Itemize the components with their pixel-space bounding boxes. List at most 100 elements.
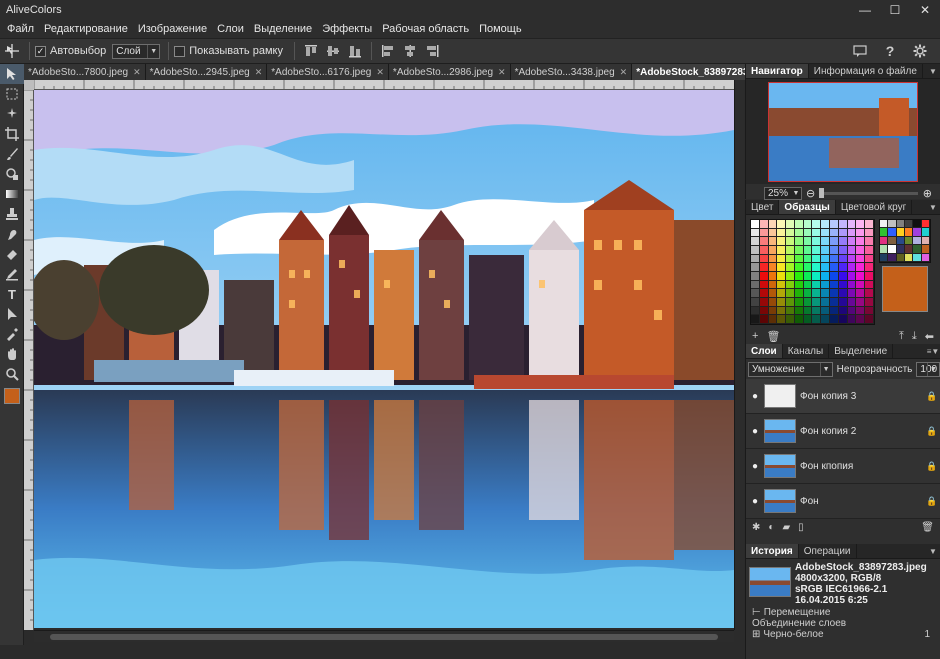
custom-swatch-grid[interactable]: [879, 219, 931, 263]
swatch-cell[interactable]: [803, 298, 813, 307]
swatch-cell[interactable]: [865, 246, 874, 255]
swatch-cell[interactable]: [838, 315, 848, 324]
document-tab[interactable]: *AdobeSto...3438.jpeg ✕: [510, 64, 633, 80]
custom-swatch-cell[interactable]: [880, 228, 889, 237]
swatch-cell[interactable]: [865, 298, 874, 307]
swatch-cell[interactable]: [759, 298, 769, 307]
swatch-cell[interactable]: [830, 220, 839, 229]
swatch-cell[interactable]: [830, 289, 839, 298]
swatch-cell[interactable]: [777, 306, 787, 316]
swatch-cell[interactable]: [821, 298, 831, 307]
swatch-cell[interactable]: [777, 254, 787, 264]
custom-swatch-cell[interactable]: [880, 245, 889, 254]
swatch-cell[interactable]: [856, 220, 866, 229]
swatch-cell[interactable]: [803, 228, 813, 238]
custom-swatch-cell[interactable]: [913, 245, 922, 254]
swatch-cell[interactable]: [856, 298, 866, 307]
swatch-cell[interactable]: [751, 298, 760, 307]
swatch-cell[interactable]: [786, 228, 795, 238]
swatch-cell[interactable]: [830, 306, 839, 316]
delete-layer-icon[interactable]: 🗑: [921, 522, 934, 533]
swatch-cell[interactable]: [812, 298, 822, 307]
swatch-cell[interactable]: [751, 228, 760, 238]
swatch-cell[interactable]: [838, 272, 848, 281]
opacity-input[interactable]: 100 ▼: [916, 361, 940, 377]
menu-workspace[interactable]: Рабочая область: [377, 23, 474, 35]
current-color-preview[interactable]: [882, 266, 928, 312]
swatch-cell[interactable]: [751, 280, 760, 290]
back-arrow-icon[interactable]: ⬅: [925, 330, 934, 343]
swatch-cell[interactable]: [768, 306, 778, 316]
swatch-cell[interactable]: [838, 220, 848, 229]
swatch-cell[interactable]: [768, 289, 778, 298]
swatch-cell[interactable]: [856, 228, 866, 238]
swatch-cell[interactable]: [847, 315, 857, 324]
custom-swatch-cell[interactable]: [896, 228, 905, 237]
zoom-slider[interactable]: [819, 187, 918, 198]
swatch-cell[interactable]: [838, 306, 848, 316]
swatch-cell[interactable]: [777, 220, 787, 229]
swatch-cell[interactable]: [786, 280, 795, 290]
history-snapshot[interactable]: AdobeStock_83897283.jpeg 4800x3200, RGB/…: [746, 559, 940, 607]
swatch-cell[interactable]: [847, 289, 857, 298]
swatch-cell[interactable]: [847, 263, 857, 272]
canvas-image[interactable]: [34, 90, 734, 628]
eyedropper-tool-icon[interactable]: [0, 324, 24, 344]
layer-row[interactable]: ● Фон копия 2 🔒: [746, 414, 940, 449]
custom-swatch-cell[interactable]: [904, 236, 914, 246]
swatch-cell[interactable]: [759, 237, 769, 246]
minimize-button[interactable]: —: [850, 0, 880, 20]
swatch-cell[interactable]: [794, 306, 804, 316]
swatch-cell[interactable]: [759, 289, 769, 298]
custom-swatch-cell[interactable]: [888, 220, 897, 229]
swatch-cell[interactable]: [759, 315, 769, 324]
swatch-cell[interactable]: [812, 263, 822, 272]
swatch-cell[interactable]: [821, 220, 831, 229]
swatch-cell[interactable]: [768, 298, 778, 307]
swatch-cell[interactable]: [777, 246, 787, 255]
swatch-cell[interactable]: [803, 254, 813, 264]
document-tab[interactable]: *AdobeSto...6176.jpeg ✕: [267, 64, 389, 80]
swatch-cell[interactable]: [838, 254, 848, 264]
swatch-cell[interactable]: [803, 246, 813, 255]
custom-swatch-cell[interactable]: [913, 220, 922, 229]
panel-menu-icon[interactable]: ▼: [926, 544, 940, 558]
swatch-cell[interactable]: [847, 220, 857, 229]
visibility-eye-icon[interactable]: ●: [746, 426, 764, 437]
swatch-cell[interactable]: [856, 289, 866, 298]
custom-swatch-cell[interactable]: [880, 236, 889, 246]
tab-color[interactable]: Цвет: [746, 200, 780, 214]
tab-selection[interactable]: Выделение: [829, 344, 894, 358]
gear-icon[interactable]: [908, 39, 932, 63]
smudge-tool-icon[interactable]: [0, 224, 24, 244]
custom-swatch-cell[interactable]: [904, 220, 914, 229]
swatch-cell[interactable]: [821, 263, 831, 272]
maximize-button[interactable]: ☐: [880, 0, 910, 20]
zoom-in-icon[interactable]: ⊕: [923, 187, 932, 200]
comment-icon[interactable]: [848, 39, 872, 63]
tab-actions[interactable]: Операции: [799, 544, 857, 558]
menu-layers[interactable]: Слои: [212, 23, 249, 35]
crop-tool-icon[interactable]: [0, 124, 24, 144]
swatch-cell[interactable]: [812, 306, 822, 316]
align-vcenter-icon[interactable]: [322, 41, 344, 61]
swatch-cell[interactable]: [847, 228, 857, 238]
close-tab-icon[interactable]: ✕: [498, 67, 506, 78]
swatch-cell[interactable]: [751, 263, 760, 272]
zoom-out-icon[interactable]: ⊖: [806, 187, 815, 200]
swatch-cell[interactable]: [856, 237, 866, 246]
horizontal-scrollbar[interactable]: [34, 630, 734, 642]
zoom-tool-icon[interactable]: [0, 364, 24, 384]
swatch-cell[interactable]: [751, 237, 760, 246]
swatch-cell[interactable]: [803, 289, 813, 298]
move-tool-icon[interactable]: [0, 64, 24, 84]
swatch-grid[interactable]: [750, 219, 875, 325]
custom-swatch-cell[interactable]: [888, 245, 897, 254]
swatch-cell[interactable]: [838, 263, 848, 272]
swatch-cell[interactable]: [803, 306, 813, 316]
swatch-cell[interactable]: [786, 306, 795, 316]
menu-edit[interactable]: Редактирование: [39, 23, 133, 35]
swatch-cell[interactable]: [759, 263, 769, 272]
swatch-cell[interactable]: [812, 237, 822, 246]
history-step[interactable]: Объединение слоев: [752, 618, 940, 629]
